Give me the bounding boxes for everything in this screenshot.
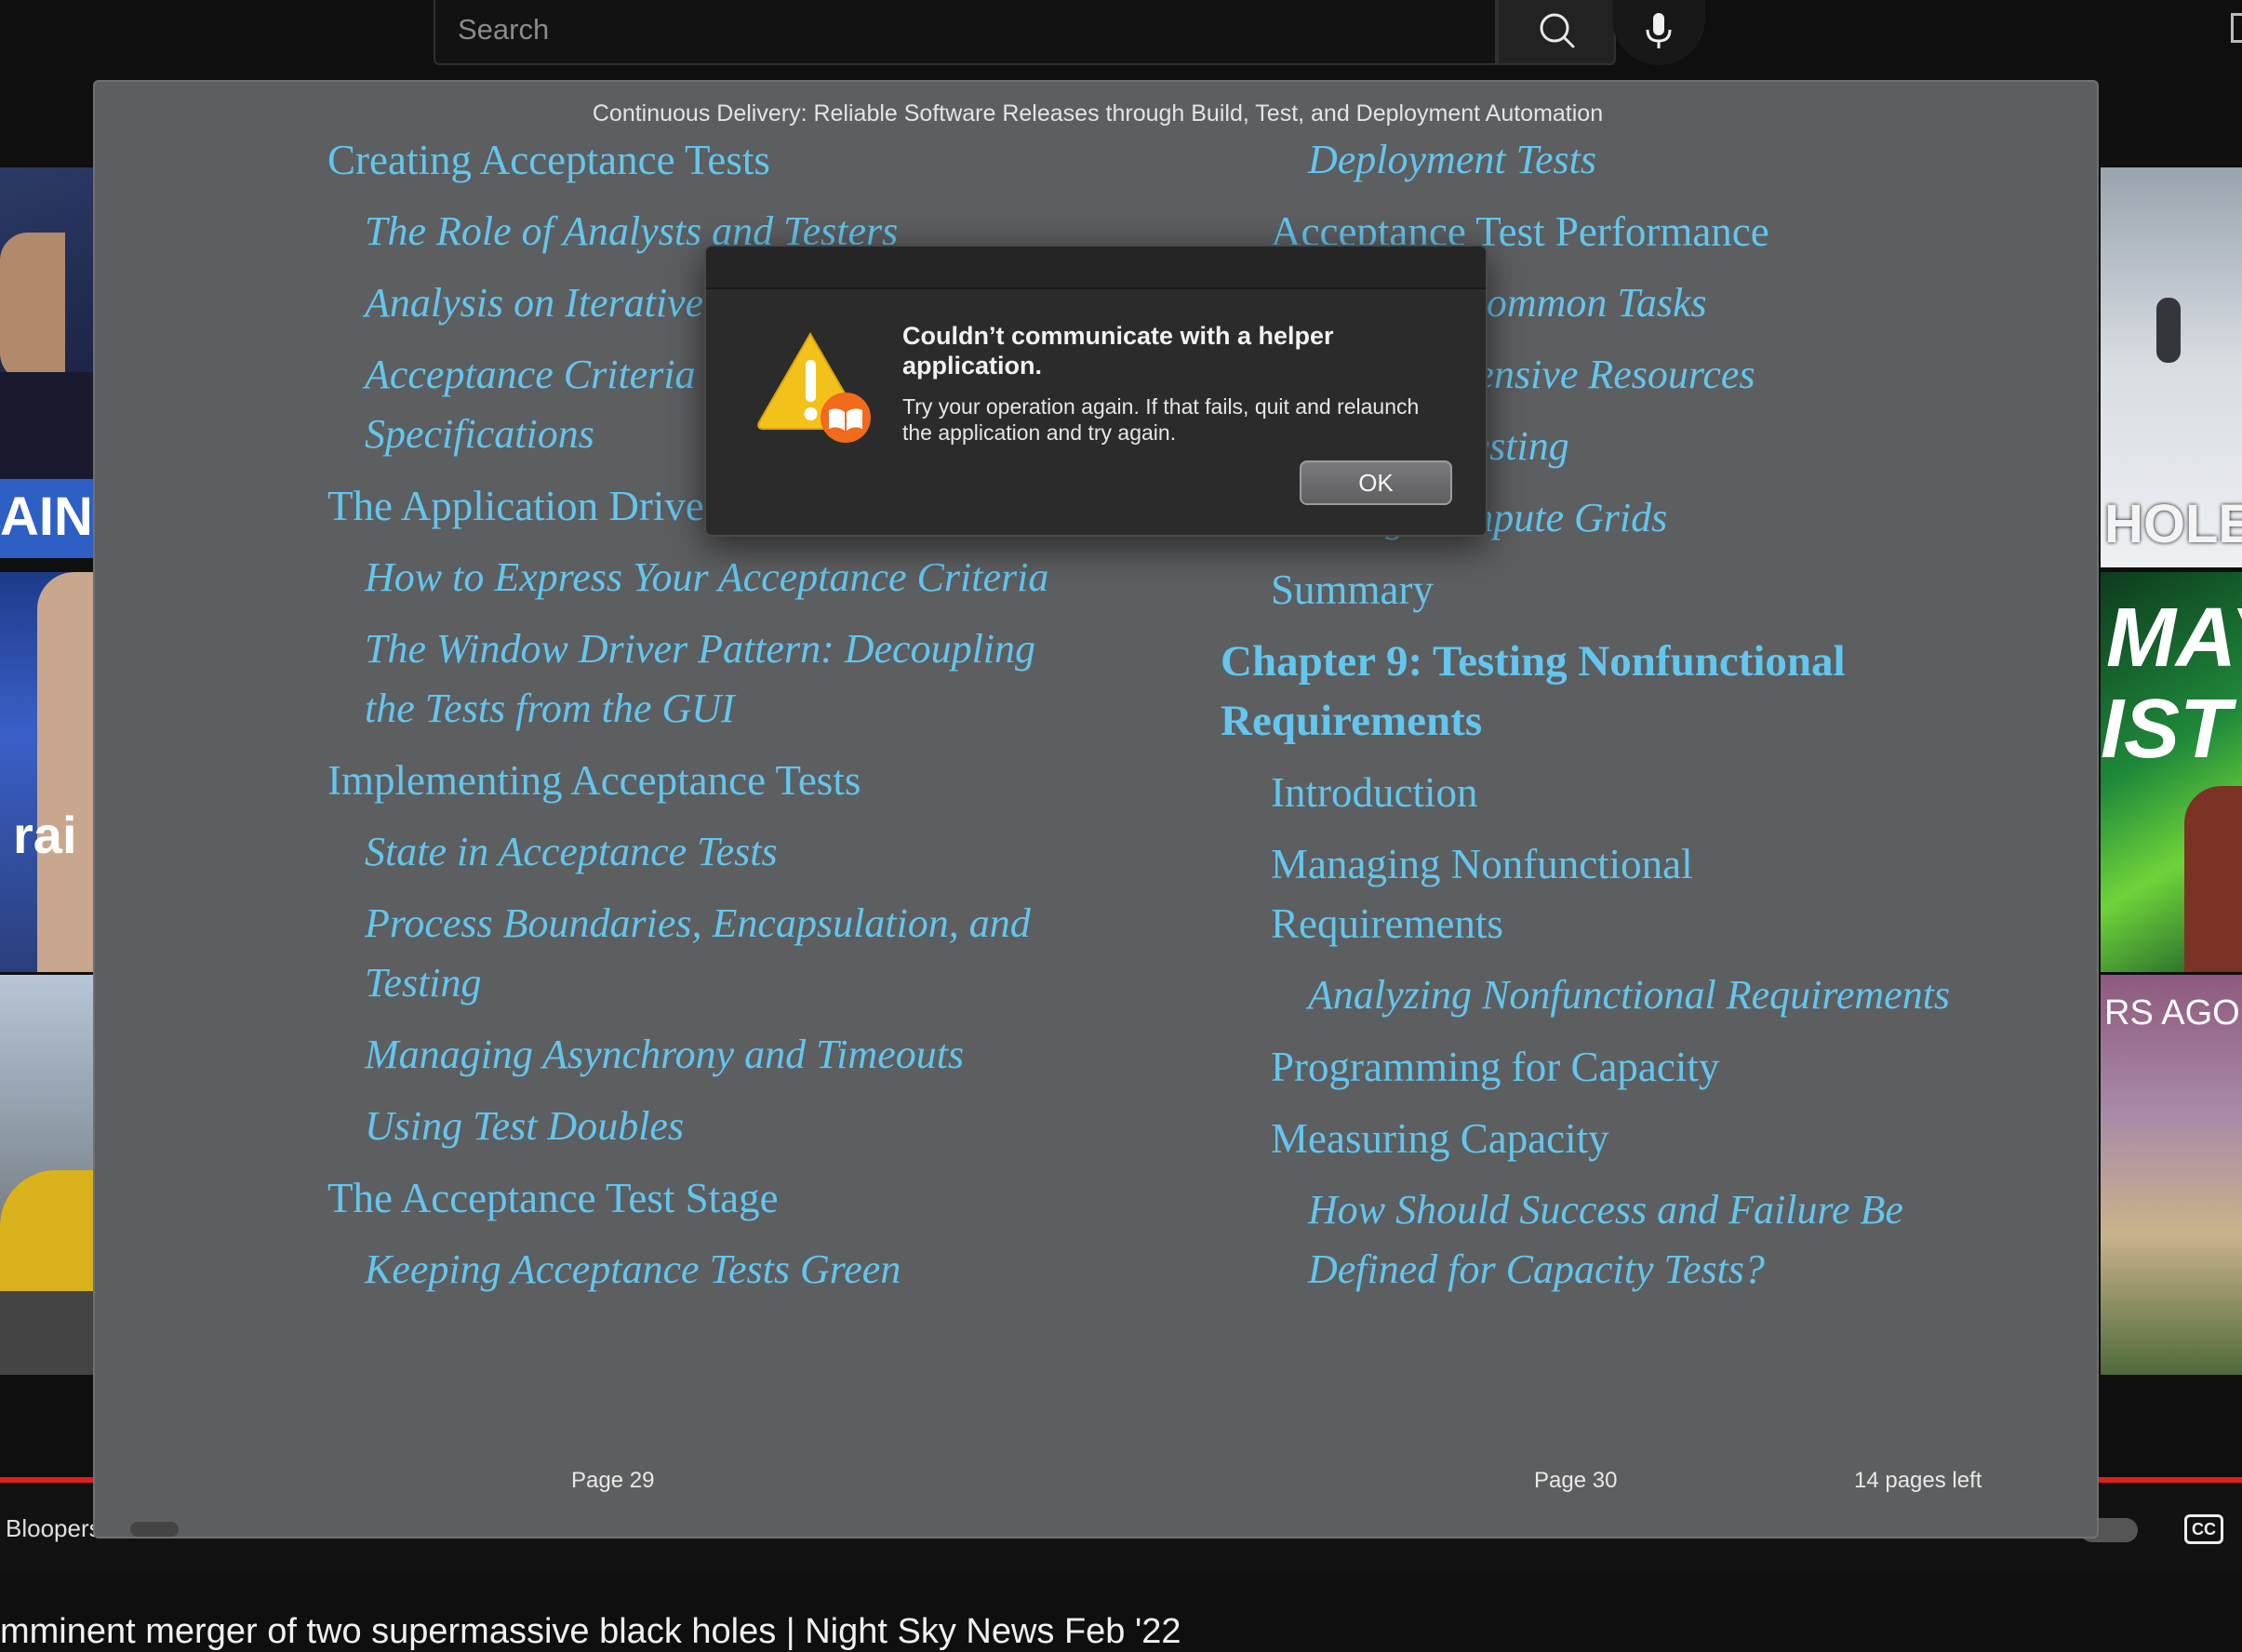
left-page-number: Page 29 <box>571 1468 655 1493</box>
toc-entry[interactable]: The Acceptance Test Stage <box>327 1168 779 1228</box>
alert-title: Couldn’t communicate with a helper appli… <box>902 322 1334 380</box>
ok-button[interactable]: OK <box>1300 460 1452 505</box>
video-thumbnail[interactable]: rai <box>0 572 93 972</box>
thumbnail-caption: RS AGO <box>2104 993 2240 1032</box>
toc-entry[interactable]: Implementing Acceptance Tests <box>327 751 861 810</box>
microphone-icon <box>1646 13 1672 48</box>
toc-entry[interactable]: Testing <box>365 953 482 1013</box>
toc-entry[interactable]: Requirements <box>1271 894 1503 953</box>
captions-button[interactable]: CC <box>2184 1514 2223 1544</box>
chapter-label[interactable]: Bloopers <box>6 1514 101 1543</box>
warning-books-icon <box>754 325 885 455</box>
toc-entry[interactable]: Creating Acceptance Tests <box>327 130 770 190</box>
video-thumbnail[interactable]: HOLES <box>2101 167 2242 567</box>
thumbnail-caption: rai <box>13 806 77 864</box>
video-thumbnail[interactable]: RS AGO <box>2101 975 2242 1375</box>
toc-entry[interactable]: Using Test Doubles <box>365 1097 684 1156</box>
video-thumbnail[interactable] <box>0 975 93 1375</box>
toc-entry[interactable]: Keeping Acceptance Tests Green <box>365 1240 901 1299</box>
scroll-indicator[interactable] <box>130 1522 179 1537</box>
toc-entry[interactable]: Introduction <box>1271 763 1477 822</box>
book-title: Continuous Delivery: Reliable Software R… <box>592 100 1604 127</box>
toc-entry[interactable]: Analyzing Nonfunctional Requirements <box>1308 966 1950 1025</box>
toc-entry[interactable]: Managing Nonfunctional <box>1271 834 1693 894</box>
alert-dialog: Couldn’t communicate with a helper appli… <box>704 245 1488 537</box>
right-page-number: Page 30 <box>1534 1468 1618 1493</box>
toc-entry[interactable]: Requirements <box>1221 691 1482 751</box>
video-thumbnail[interactable]: AIN <box>0 167 93 558</box>
toc-entry[interactable]: Deployment Tests <box>1308 130 1596 190</box>
toc-entry[interactable]: Defined for Capacity Tests? <box>1308 1240 1765 1299</box>
thumbnail-caption: AIN <box>0 486 93 547</box>
toc-entry[interactable]: How to Express Your Acceptance Criteria <box>365 548 1048 607</box>
thumbnail-caption: MAY <box>2106 592 2242 685</box>
toc-entry[interactable]: Specifications <box>365 405 594 464</box>
video-thumbnail[interactable]: MAY IST <box>2101 572 2242 972</box>
alert-message: Try your operation again. If that fails,… <box>902 394 1420 445</box>
toc-entry[interactable]: Process Boundaries, Encapsulation, and <box>365 894 1031 953</box>
toc-entry[interactable]: Measuring Capacity <box>1271 1109 1609 1168</box>
toc-entry[interactable]: Chapter 9: Testing Nonfunctional <box>1221 632 1846 691</box>
search-icon <box>1540 13 1575 48</box>
alert-title-bar <box>706 246 1486 289</box>
toc-entry[interactable]: Managing Asynchrony and Timeouts <box>365 1025 964 1085</box>
thumbnail-caption: IST <box>2101 683 2232 776</box>
create-icon[interactable] <box>2231 13 2242 43</box>
voice-search-button[interactable] <box>1612 0 1705 65</box>
toc-entry[interactable]: the Tests from the GUI <box>365 679 735 739</box>
pages-left-label: 14 pages left <box>1854 1468 1982 1493</box>
toc-entry[interactable]: The Window Driver Pattern: Decoupling <box>365 620 1035 679</box>
search-input[interactable]: Search <box>434 0 1497 65</box>
search-button[interactable] <box>1497 0 1616 65</box>
video-title: mminent merger of two supermassive black… <box>0 1612 1181 1651</box>
toc-entry[interactable]: Summary <box>1271 560 1434 620</box>
search-placeholder: Search <box>458 13 550 46</box>
thumbnail-caption: HOLES <box>2104 494 2242 554</box>
toc-entry[interactable]: State in Acceptance Tests <box>365 822 778 882</box>
toc-entry[interactable]: Programming for Capacity <box>1271 1037 1719 1097</box>
toc-entry[interactable]: How Should Success and Failure Be <box>1308 1180 1903 1240</box>
